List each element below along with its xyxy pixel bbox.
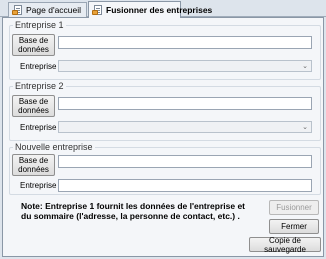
- tab-strip: Page d'accueil Fusionner des entreprises: [0, 0, 326, 18]
- group-new-company: Nouvelle entreprise Base de données Entre…: [9, 142, 321, 195]
- tab-merge-label: Fusionner des entreprises: [106, 5, 213, 15]
- page-icon: [92, 5, 103, 15]
- tab-merge-companies[interactable]: Fusionner des entreprises: [88, 1, 212, 18]
- tab-home-label: Page d'accueil: [26, 5, 82, 15]
- page-icon: [12, 5, 23, 15]
- tab-home[interactable]: Page d'accueil: [8, 2, 87, 17]
- merge-button[interactable]: Fusionner: [269, 200, 319, 215]
- database-field-2[interactable]: [58, 97, 312, 110]
- close-button[interactable]: Fermer: [269, 219, 319, 234]
- group-title: Nouvelle entreprise: [13, 142, 95, 152]
- group-title: Entreprise 1: [13, 20, 66, 30]
- company-label: Entreprise: [20, 181, 57, 190]
- database-field-new[interactable]: [58, 155, 312, 168]
- company-select-2[interactable]: ⌄: [58, 121, 312, 133]
- group-company-2: Entreprise 2 Base de données Entreprise ⌄: [9, 81, 321, 141]
- backup-button[interactable]: Copie de sauvegarde: [249, 236, 321, 254]
- merge-note: Note: Entreprise 1 fournit les données d…: [21, 201, 246, 221]
- company-label: Entreprise: [20, 62, 57, 71]
- database-button-new[interactable]: Base de données: [12, 154, 55, 176]
- chevron-down-icon: ⌄: [302, 124, 308, 131]
- company-field-new[interactable]: [58, 179, 312, 192]
- database-button-1[interactable]: Base de données: [12, 34, 55, 56]
- group-title: Entreprise 2: [13, 81, 66, 91]
- company-select-1[interactable]: ⌄: [58, 60, 312, 72]
- chevron-down-icon: ⌄: [302, 63, 308, 70]
- group-company-1: Entreprise 1 Base de données Entreprise ⌄: [9, 20, 321, 80]
- merge-panel: Entreprise 1 Base de données Entreprise ⌄…: [2, 17, 324, 257]
- company-label: Entreprise: [20, 123, 57, 132]
- database-field-1[interactable]: [58, 36, 312, 49]
- database-button-2[interactable]: Base de données: [12, 95, 55, 117]
